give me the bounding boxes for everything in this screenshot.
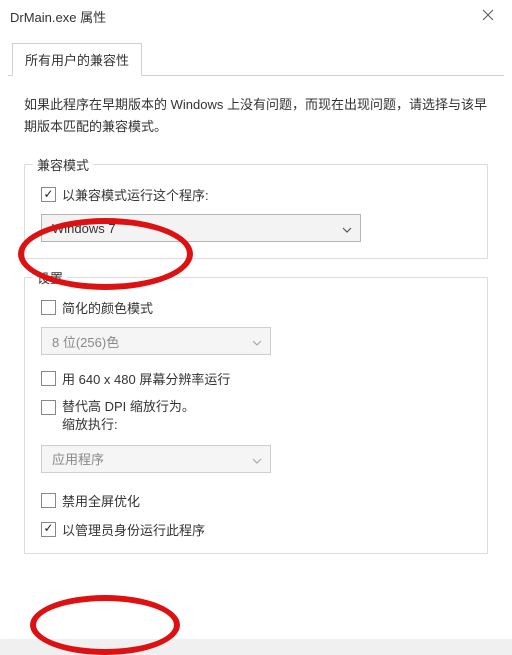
checkbox-run-compat[interactable]: [41, 187, 56, 202]
select-compat-os-value: Windows 7: [52, 221, 116, 236]
group-title-compat: 兼容模式: [33, 155, 93, 174]
label-dpi-override-l1: 替代高 DPI 缩放行为。: [62, 399, 195, 414]
intro-text: 如果此程序在早期版本的 Windows 上没有问题，而现在出现问题，请选择与该早…: [24, 94, 488, 138]
select-dpi-performer: 应用程序: [41, 445, 271, 473]
close-button[interactable]: [468, 2, 508, 30]
label-dpi-override: 替代高 DPI 缩放行为。 缩放执行:: [62, 398, 195, 434]
checkbox-reduced-color[interactable]: [41, 300, 56, 315]
checkbox-dpi-override[interactable]: [41, 400, 56, 415]
close-icon: [482, 9, 494, 24]
titlebar: DrMain.exe 属性: [0, 0, 512, 32]
label-640x480: 用 640 x 480 屏幕分辨率运行: [62, 369, 230, 388]
window-title: DrMain.exe 属性: [10, 7, 106, 26]
tabstrip: 所有用户的兼容性: [12, 42, 512, 75]
group-settings: 设置 简化的颜色模式 8 位(256)色 用 640 x 480 屏幕分辨率运行…: [24, 277, 488, 553]
label-run-compat: 以兼容模式运行这个程序:: [62, 185, 209, 204]
checkbox-640x480[interactable]: [41, 371, 56, 386]
chevron-down-icon: [252, 336, 262, 346]
select-color-mode-value: 8 位(256)色: [52, 332, 119, 351]
row-run-as-admin: 以管理员身份运行此程序: [41, 520, 471, 539]
row-run-compat: 以兼容模式运行这个程序:: [41, 185, 471, 204]
select-dpi-performer-value: 应用程序: [52, 449, 104, 468]
tab-content: 如果此程序在早期版本的 Windows 上没有问题，而现在出现问题，请选择与该早…: [8, 75, 504, 639]
label-dpi-override-l2: 缩放执行:: [62, 417, 118, 432]
label-reduced-color: 简化的颜色模式: [62, 298, 153, 317]
row-reduced-color: 简化的颜色模式: [41, 298, 471, 317]
checkbox-run-as-admin[interactable]: [41, 522, 56, 537]
select-color-mode: 8 位(256)色: [41, 327, 271, 355]
group-title-settings: 设置: [33, 268, 67, 287]
select-compat-os[interactable]: Windows 7: [41, 214, 361, 242]
label-disable-fullscreen: 禁用全屏优化: [62, 491, 140, 510]
label-run-as-admin: 以管理员身份运行此程序: [62, 520, 205, 539]
row-disable-fullscreen: 禁用全屏优化: [41, 491, 471, 510]
chevron-down-icon: [342, 223, 352, 233]
chevron-down-icon: [252, 454, 262, 464]
row-640x480: 用 640 x 480 屏幕分辨率运行: [41, 369, 471, 388]
tab-compatibility-all-users[interactable]: 所有用户的兼容性: [12, 43, 142, 76]
row-dpi-override: 替代高 DPI 缩放行为。 缩放执行:: [41, 398, 471, 434]
checkbox-disable-fullscreen[interactable]: [41, 493, 56, 508]
group-compat-mode: 兼容模式 以兼容模式运行这个程序: Windows 7: [24, 164, 488, 259]
